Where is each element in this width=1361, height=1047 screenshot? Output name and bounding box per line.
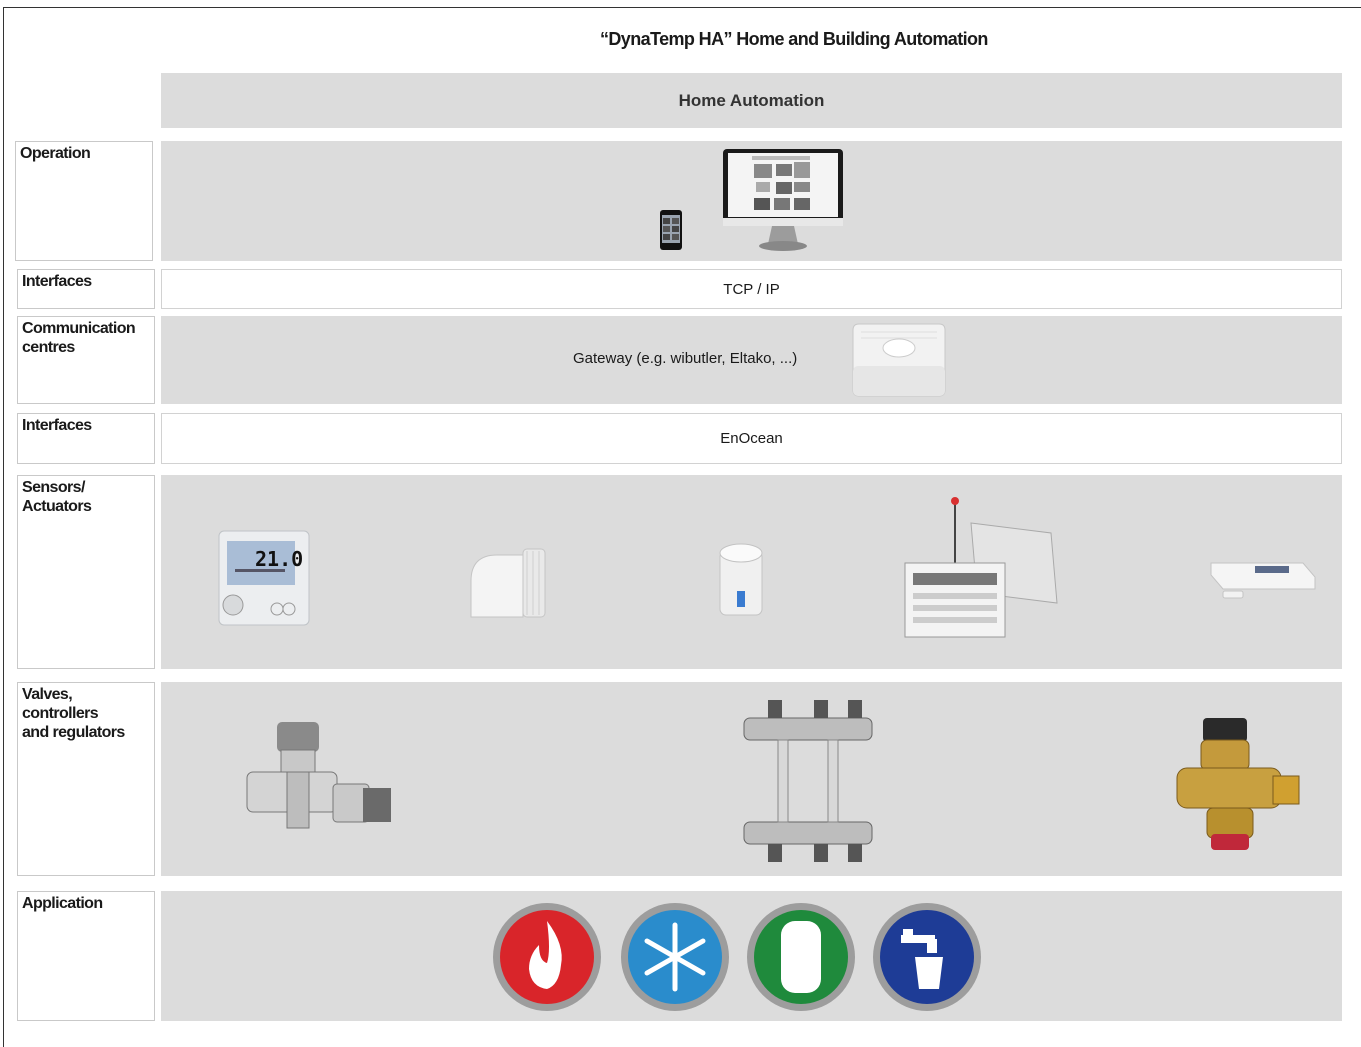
operation-band [161,141,1342,261]
gateway-band: Gateway (e.g. wibutler, Eltako, ...) [161,316,1342,404]
row-label-application: Application [17,891,155,1021]
storage-tank-icon [745,901,857,1013]
valve-icon [243,718,395,844]
thermostatic-head-icon [463,545,553,625]
enocean-band: EnOcean [161,413,1342,464]
row-label-sensors-actuators: Sensors/ Actuators [17,475,155,669]
tcp-ip-band: TCP / IP [161,269,1342,309]
drinking-water-icon [871,901,983,1013]
diagram-title: “DynaTemp HA” Home and Building Automati… [600,29,988,49]
actuator-icon [717,541,765,619]
window-contact-sensor-icon [1207,553,1319,603]
monitor-icon [722,148,844,254]
row-label-valves: Valves, controllers and regulators [17,682,155,876]
gateway-label: Gateway (e.g. wibutler, Eltako, ...) [573,350,798,367]
regulator-valve-icon [1173,716,1303,852]
row-label-communication-centres: Communication centres [17,316,155,404]
row-label-interfaces-enocean: Interfaces [17,413,155,464]
room-thermostat-icon: 21.0 [217,529,311,627]
smartphone-icon [659,209,683,251]
heating-flame-icon [491,901,603,1013]
cooling-snowflake-icon [619,901,731,1013]
valves-band [161,682,1342,876]
column-header-home-automation: Home Automation [161,73,1342,128]
application-band [161,891,1342,1021]
control-module-icon [901,493,1061,643]
sensors-band: 21.0 [161,475,1342,669]
row-label-operation: Operation [15,141,153,261]
manifold-icon [738,694,878,868]
thermostat-display: 21.0 [255,547,304,571]
gateway-device-icon [849,322,949,398]
row-label-interfaces-tcp: Interfaces [17,269,155,309]
